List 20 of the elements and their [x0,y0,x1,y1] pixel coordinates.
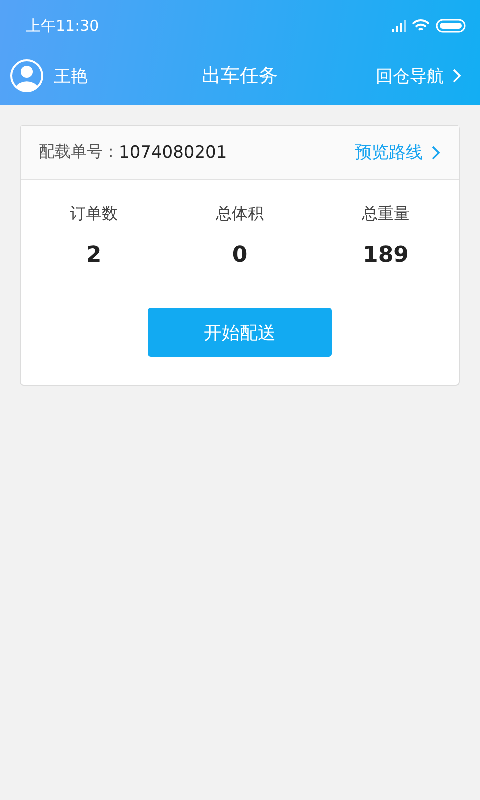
page-title: 出车任务 [202,64,278,89]
chevron-right-icon [431,144,441,160]
wifi-icon [412,19,430,33]
user-name: 王艳 [54,66,88,88]
stat-value: 189 [363,243,409,268]
stat-value: 2 [86,243,102,268]
stat-label: 总体积 [216,204,264,225]
signal-icon [392,20,406,32]
load-number: 1074080201 [119,142,228,162]
stat-label: 总重量 [362,204,410,225]
stat-label: 订单数 [70,204,118,225]
start-delivery-button[interactable]: 开始配送 [148,308,332,357]
stat-value: 0 [232,243,248,268]
preview-route-link[interactable]: 预览路线 [355,141,441,164]
chevron-right-icon [452,68,462,84]
return-navigation-link[interactable]: 回仓导航 [376,64,462,88]
status-time: 上午11:30 [26,16,100,36]
battery-icon [436,19,466,33]
load-number-label: 配载单号： [39,142,119,163]
avatar-icon[interactable] [10,59,44,93]
